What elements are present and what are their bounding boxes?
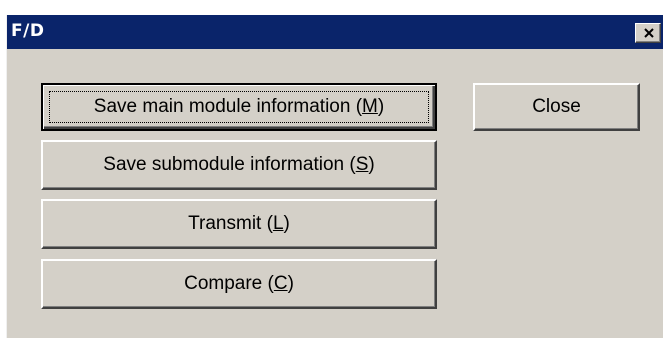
save-main-module-button[interactable]: Save main module information (M) [41,83,437,131]
save-main-module-label: Save main module information (M) [93,96,385,117]
close-icon [644,28,654,38]
compare-button[interactable]: Compare (C) [41,259,437,309]
close-button[interactable]: Close [473,83,640,131]
title-bar[interactable]: F/D [7,15,663,49]
compare-label: Compare (C) [184,273,294,294]
save-submodule-button[interactable]: Save submodule information (S) [41,140,437,190]
save-submodule-label: Save submodule information (S) [103,154,375,175]
close-window-button[interactable] [635,23,661,43]
window-title: F/D [11,21,45,41]
transmit-label: Transmit (L) [188,213,290,234]
close-button-label: Close [532,96,581,117]
dialog-window: F/D Save main module information (M) Clo… [6,15,663,338]
transmit-button[interactable]: Transmit (L) [41,199,437,249]
